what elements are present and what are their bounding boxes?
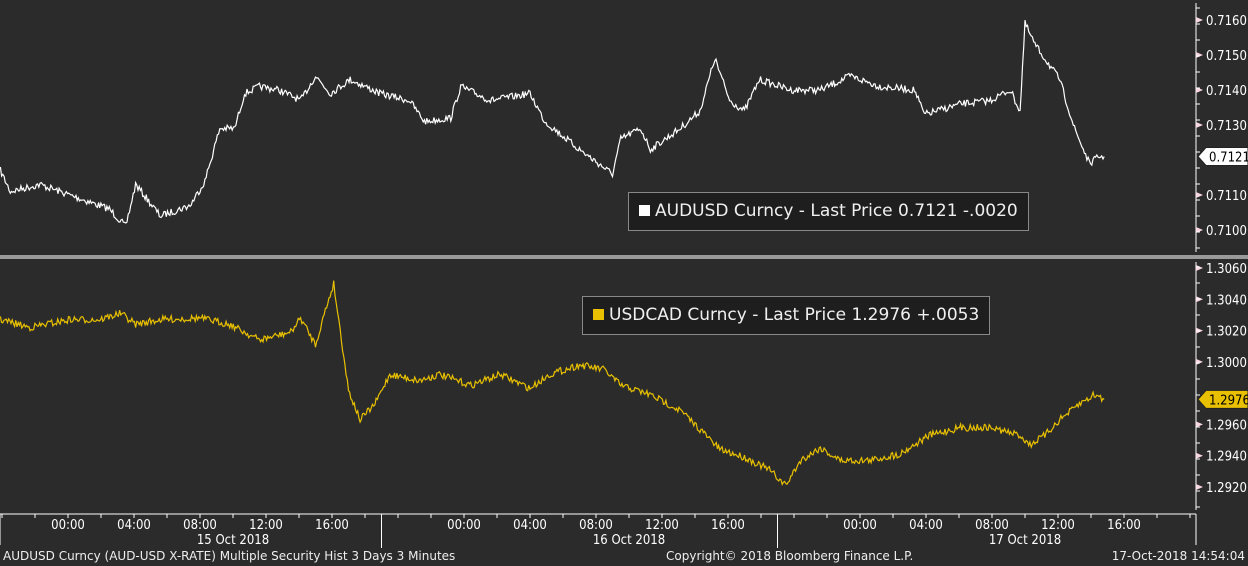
y-tick-mark (1196, 484, 1203, 491)
y-tick-label: 1.3000 (1206, 356, 1247, 371)
x-tick-label: 08:00 (183, 518, 217, 533)
audusd-swatch (639, 205, 650, 216)
y-tick-mark (1196, 452, 1203, 459)
legend-audusd: AUDUSD Curncy - Last Price 0.7121 -.0020 (628, 192, 1029, 231)
y-tick-mark (1196, 17, 1203, 23)
x-date-label: 17 Oct 2018 (989, 533, 1061, 548)
legend-usdcad: USDCAD Curncy - Last Price 1.2976 +.0053 (582, 296, 991, 335)
x-tick-label: 04:00 (117, 518, 151, 533)
x-date-label: 15 Oct 2018 (197, 533, 269, 548)
y-tick-label: 1.2960 (1206, 418, 1247, 433)
y-tick-mark (1196, 122, 1203, 128)
y-tick-label: 1.3020 (1206, 325, 1247, 340)
y-tick-label: 0.7150 (1206, 49, 1247, 64)
x-tick-label: 00:00 (51, 518, 85, 533)
y-tick-label: 0.7130 (1206, 119, 1247, 134)
y-tick-label: 1.2940 (1206, 450, 1247, 465)
footer-timestamp: 17-Oct-2018 14:54:04 (1111, 549, 1245, 563)
x-tick-label: 16:00 (1107, 518, 1141, 533)
x-tick-label: 16:00 (711, 518, 745, 533)
y-tick-label: 0.7140 (1206, 84, 1247, 99)
footer-description: AUDUSD Curncy (AUD-USD X-RATE) Multiple … (3, 549, 456, 563)
y-tick-label: 1.2920 (1206, 481, 1247, 496)
y-tick-label: 0.7100 (1206, 224, 1247, 239)
x-tick-label: 00:00 (447, 518, 481, 533)
x-tick-label: 08:00 (579, 518, 613, 533)
x-tick-label: 12:00 (249, 518, 283, 533)
x-date-label: 16 Oct 2018 (593, 533, 665, 548)
x-tick-label: 12:00 (1041, 518, 1075, 533)
legend-audusd-text: AUDUSD Curncy - Last Price 0.7121 -.0020 (655, 201, 1018, 221)
y-tick-mark (1196, 192, 1203, 198)
y-tick-mark (1196, 52, 1203, 58)
y-tick-mark (1196, 358, 1203, 365)
y-tick-label: 1.3060 (1206, 262, 1247, 277)
x-tick-label: 12:00 (645, 518, 679, 533)
x-tick-label: 04:00 (513, 518, 547, 533)
x-tick-label: 16:00 (315, 518, 349, 533)
y-tick-mark (1196, 265, 1203, 271)
legend-usdcad-text: USDCAD Curncy - Last Price 1.2976 +.0053 (609, 305, 980, 325)
x-tick-label: 04:00 (909, 518, 943, 533)
y-tick-label: 0.7160 (1206, 14, 1247, 29)
panel-separator (0, 255, 1248, 259)
y-tick-label: 0.7110 (1206, 189, 1247, 204)
x-tick-label: 00:00 (843, 518, 877, 533)
last-price-label: 0.7121 (1209, 151, 1248, 166)
usdcad-swatch (593, 309, 604, 320)
y-tick-label: 1.3040 (1206, 293, 1247, 308)
price-chart: 0.7160 0.7150 0.7140 0.7130 0.7110 0.7100 0.71… (0, 3, 1248, 548)
x-tick-label: 08:00 (975, 518, 1009, 533)
footer-copyright: Copyright© 2018 Bloomberg Finance L.P. (666, 549, 914, 563)
last-price-label: 1.2976 (1209, 393, 1248, 408)
